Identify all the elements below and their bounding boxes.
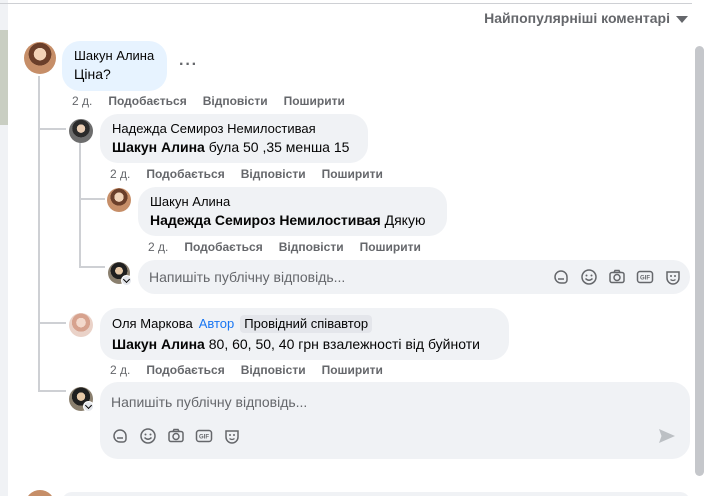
like-button[interactable]: Подобається (184, 240, 262, 254)
chevron-down-icon[interactable] (83, 401, 94, 412)
mention-link[interactable]: Надежда Семироз Немилостивая (150, 212, 381, 228)
emoji-icon[interactable] (580, 268, 598, 286)
send-icon[interactable] (658, 428, 676, 449)
avatar-sticker-icon[interactable] (223, 427, 241, 445)
like-button[interactable]: Подобається (108, 94, 186, 108)
reply-input[interactable]: Напишіть публічну відповідь... (149, 269, 345, 285)
comment-author[interactable]: Надежда Семироз Немилостивая (112, 121, 356, 137)
comment-bubble: Оля Маркова Автор Провідний співавтор Ша… (100, 308, 509, 360)
mention-link[interactable]: Шакун Алина (112, 139, 205, 155)
thread-line (79, 198, 105, 200)
comment-actions: 2 д. Подобається Відповісти Поширити (110, 363, 383, 377)
sticker-icon[interactable] (552, 268, 570, 286)
author-badge: Автор (198, 316, 235, 331)
like-button[interactable]: Подобається (146, 167, 224, 181)
reply-button[interactable]: Відповісти (241, 167, 306, 181)
thread-line (79, 266, 105, 268)
comment-text: Шакун Алина 80, 60, 50, 40 грн взалежнос… (112, 336, 480, 352)
avatar[interactable] (69, 119, 93, 143)
avatar[interactable] (25, 490, 55, 496)
comment-time[interactable]: 2 д. (110, 363, 130, 377)
share-button[interactable]: Поширити (360, 240, 421, 254)
share-button[interactable]: Поширити (284, 94, 345, 108)
thread-line (38, 390, 66, 392)
comment-bubble (62, 492, 690, 496)
svg-text:GIF: GIF (640, 276, 650, 282)
mention-link[interactable]: Шакун Алина (112, 336, 205, 352)
role-badge: Провідний співавтор (240, 315, 373, 333)
comment-actions: 2 д. Подобається Відповісти Поширити (72, 94, 345, 108)
comment-author[interactable]: Шакун Алина (150, 194, 435, 210)
share-button[interactable]: Поширити (322, 167, 383, 181)
reply-input[interactable]: Напишіть публічну відповідь... (111, 394, 307, 410)
share-button[interactable]: Поширити (322, 363, 383, 377)
comment-actions: 2 д. Подобається Відповісти Поширити (148, 240, 421, 254)
comment-text: Шакун Алина була 50 ,35 менша 15 (112, 139, 350, 155)
comment-time[interactable]: 2 д. (110, 167, 130, 181)
thread-line (38, 128, 66, 130)
avatar[interactable] (107, 188, 131, 212)
divider (0, 3, 692, 4)
like-button[interactable]: Подобається (146, 363, 224, 377)
comment-sort-dropdown[interactable]: Найпопулярніші коментарі (484, 10, 688, 26)
reply-input-box[interactable]: Напишіть публічну відповідь... GIF (100, 382, 690, 459)
comment-text: Надежда Семироз Немилостивая Дякую (150, 212, 426, 228)
thread-line (38, 76, 40, 392)
background-page-edge (0, 0, 8, 496)
avatar[interactable] (24, 42, 56, 74)
svg-text:GIF: GIF (199, 435, 209, 441)
camera-icon[interactable] (608, 268, 626, 286)
reply-button[interactable]: Відповісти (203, 94, 268, 108)
camera-icon[interactable] (167, 427, 185, 445)
comment-bubble: Надежда Семироз Немилостивая Шакун Алина… (100, 114, 368, 163)
gif-icon[interactable]: GIF (636, 268, 654, 286)
comment-bubble: Шакун Алина Надежда Семироз Немилостивая… (138, 187, 447, 236)
comment-time[interactable]: 2 д. (72, 94, 92, 108)
comment-author[interactable]: Шакун Алина (74, 48, 155, 64)
caret-down-icon (676, 15, 688, 23)
sort-label: Найпопулярніші коментарі (484, 10, 670, 26)
comment-text: Ціна? (74, 66, 111, 82)
chevron-down-icon[interactable] (121, 275, 132, 286)
comment-actions: 2 д. Подобається Відповісти Поширити (110, 167, 383, 181)
emoji-icon[interactable] (139, 427, 157, 445)
thread-line (38, 322, 66, 324)
reply-button[interactable]: Відповісти (241, 363, 306, 377)
gif-icon[interactable]: GIF (195, 427, 213, 445)
avatar-sticker-icon[interactable] (664, 268, 682, 286)
composer-icons: GIF (111, 427, 241, 445)
thread-line (79, 142, 81, 268)
comment-author[interactable]: Оля Маркова (112, 316, 193, 332)
sticker-icon[interactable] (111, 427, 129, 445)
avatar[interactable] (69, 313, 93, 337)
reply-button[interactable]: Відповісти (279, 240, 344, 254)
comment-time[interactable]: 2 д. (148, 240, 168, 254)
composer-icons: GIF (552, 268, 682, 286)
comment-author-row: Оля Маркова Автор Провідний співавтор (112, 315, 497, 333)
reply-input-box[interactable]: Напишіть публічну відповідь... GIF (138, 260, 690, 294)
scrollbar-thumb[interactable] (695, 46, 704, 476)
comment-bubble: Шакун Алина Ціна? (62, 41, 167, 91)
more-options-button[interactable]: ··· (179, 56, 198, 74)
